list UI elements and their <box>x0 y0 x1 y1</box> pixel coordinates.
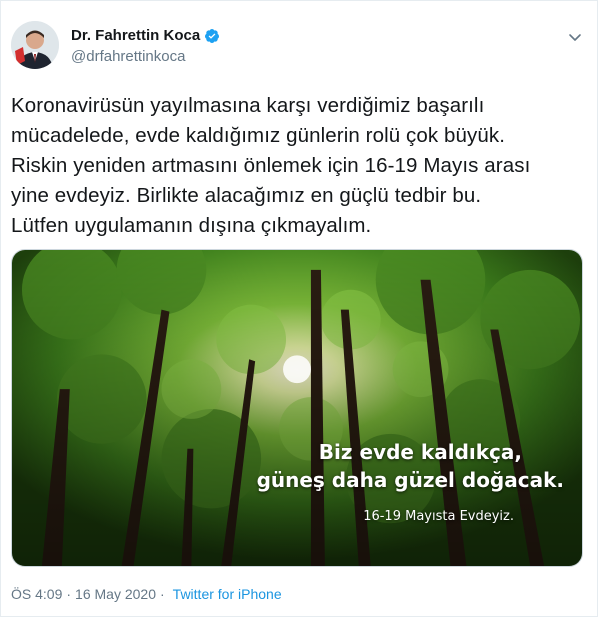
tweet-text: Koronavirüsün yayılmasına karşı verdiğim… <box>11 91 591 241</box>
separator: · <box>66 586 72 602</box>
chevron-down-icon[interactable] <box>567 29 583 45</box>
separator: · <box>160 586 165 602</box>
avatar-image <box>11 21 59 69</box>
tweet-text-line: Koronavirüsün yayılmasına karşı verdiğim… <box>11 94 485 117</box>
tweet-text-line: Lütfen uygulamanın dışına çıkmayalım. <box>11 214 372 237</box>
tweet-text-line: mücadelede, evde kaldığımız günlerin rol… <box>11 124 506 147</box>
tweet-card: Dr. Fahrettin Koca @drfahrettinkoca Koro… <box>0 0 598 617</box>
tweet-date[interactable]: 16 May 2020 <box>75 586 156 602</box>
avatar[interactable] <box>11 21 59 69</box>
tweet-text-line: yine evdeyiz. Birlikte alacağımız en güç… <box>11 184 482 207</box>
image-caption-line: 16-19 Mayısta Evdeyiz. <box>363 509 514 524</box>
tweet-source-link[interactable]: Twitter for iPhone <box>173 586 282 602</box>
tweet-text-line: Riskin yeniden artmasını önlemek için 16… <box>11 154 531 177</box>
image-caption-line: Biz evde kaldıkça, <box>318 440 522 464</box>
image-caption-line: güneş daha güzel doğacak. <box>256 468 564 492</box>
tweet-footer: ÖS 4:09 · 16 May 2020 · Twitter for iPho… <box>11 586 282 602</box>
author-name-row[interactable]: Dr. Fahrettin Koca <box>71 27 220 44</box>
verified-badge-icon <box>205 28 220 43</box>
tweet-time[interactable]: ÖS 4:09 <box>11 586 62 602</box>
tweet-image[interactable]: Biz evde kaldıkça, güneş daha güzel doğa… <box>11 249 583 567</box>
author-handle[interactable]: @drfahrettinkoca <box>71 48 185 65</box>
author-name[interactable]: Dr. Fahrettin Koca <box>71 27 200 44</box>
